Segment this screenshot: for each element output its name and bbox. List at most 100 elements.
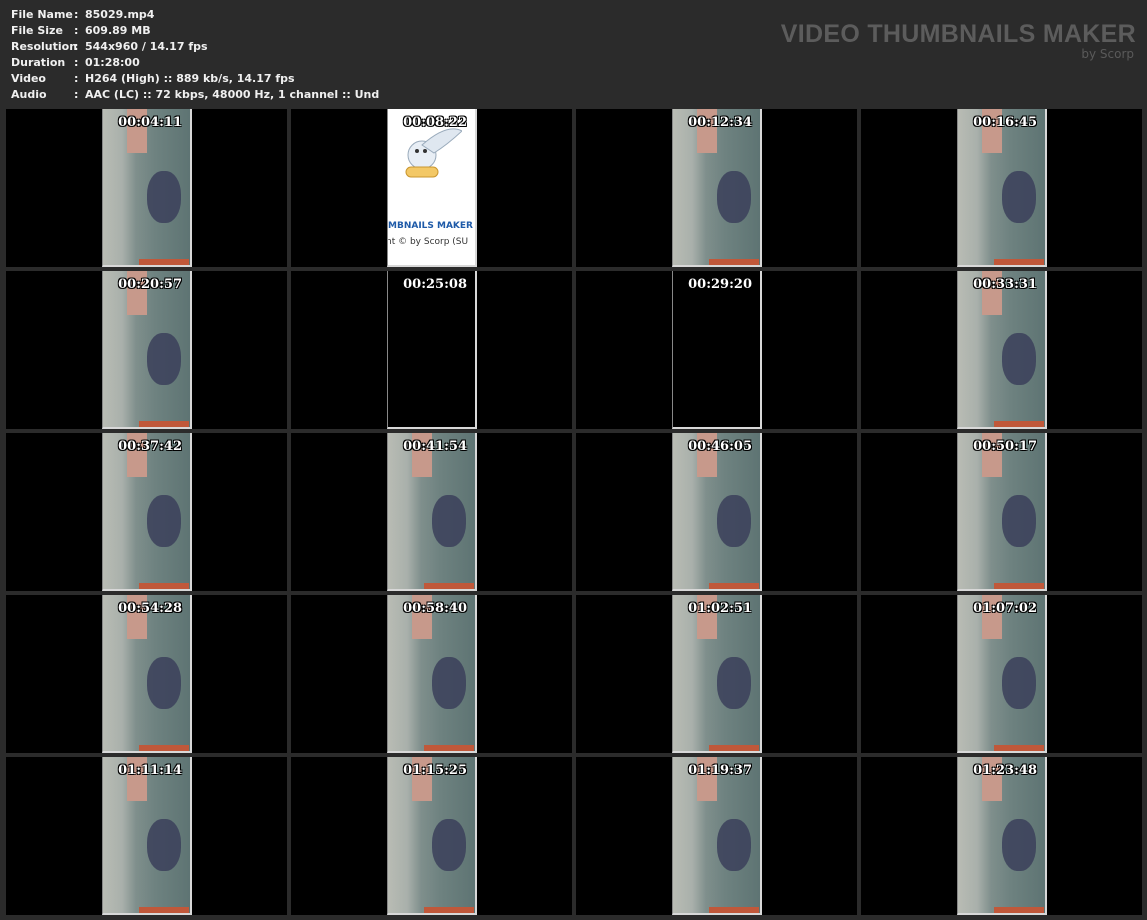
video-frame[interactable]: 00:29:20	[672, 271, 762, 429]
video-frame[interactable]: 00:20:57	[102, 271, 192, 429]
info-row: File Name:85029.mp4	[11, 7, 379, 23]
timestamp: 00:50:17	[973, 439, 1037, 454]
video-frame[interactable]: 00:54:28	[102, 595, 192, 753]
info-value: 85029.mp4	[85, 8, 155, 21]
timestamp: 01:11:14	[118, 763, 182, 778]
thumbnail-cell: 00:16:45	[861, 109, 1142, 267]
info-value: 609.89 MB	[85, 24, 151, 37]
thumbnail-cell: 00:46:05	[576, 433, 857, 591]
thumbnail-cell: 01:15:25	[291, 757, 572, 915]
video-frame[interactable]: MBNAILS MAKER 8 nt © by Scorp (SU 00:08:…	[387, 109, 477, 267]
video-frame[interactable]: 01:23:48	[957, 757, 1047, 915]
info-separator: :	[74, 88, 79, 101]
video-frame[interactable]: 01:02:51	[672, 595, 762, 753]
video-frame[interactable]: 00:04:11	[102, 109, 192, 267]
file-info-panel: File Name:85029.mp4 File Size:609.89 MB Re…	[11, 7, 379, 103]
video-frame[interactable]: 00:33:31	[957, 271, 1047, 429]
info-separator: :	[74, 56, 79, 69]
timestamp: 00:29:20	[688, 277, 752, 292]
video-frame[interactable]: 00:50:17	[957, 433, 1047, 591]
info-value: 544x960 / 14.17 fps	[85, 40, 208, 53]
timestamp: 00:20:57	[118, 277, 182, 292]
frame-region	[709, 583, 759, 589]
frame-region	[717, 657, 751, 709]
thumbnail-cell: 00:41:54	[291, 433, 572, 591]
timestamp: 00:58:40	[403, 601, 467, 616]
video-frame[interactable]: 00:37:42	[102, 433, 192, 591]
info-row: Duration:01:28:00	[11, 55, 379, 71]
timestamp: 00:46:05	[688, 439, 752, 454]
info-label: Audio	[11, 88, 47, 101]
video-frame[interactable]: 01:15:25	[387, 757, 477, 915]
info-separator: :	[74, 40, 79, 53]
thumbnail-cell: 00:04:11	[6, 109, 287, 267]
timestamp: 00:12:34	[688, 115, 752, 130]
video-frame[interactable]: 00:46:05	[672, 433, 762, 591]
thumbnail-cell: 00:29:20	[576, 271, 857, 429]
info-value: H264 (High) :: 889 kb/s, 14.17 fps	[85, 72, 295, 85]
frame-region	[139, 259, 189, 265]
video-frame[interactable]: 00:41:54	[387, 433, 477, 591]
info-row: Audio: AAC (LC) :: 72 kbps, 48000 Hz, 1 c…	[11, 87, 379, 103]
info-label: Duration	[11, 56, 66, 69]
thumbnail-cell: 00:58:40	[291, 595, 572, 753]
timestamp: 00:04:11	[118, 115, 182, 130]
brand-watermark: VIDEO THUMBNAILS MAKER by Scorp	[781, 20, 1136, 60]
frame-region	[424, 745, 474, 751]
frame-region	[432, 495, 466, 547]
info-value: AAC (LC) :: 72 kbps, 48000 Hz, 1 channel…	[85, 88, 380, 101]
brand-subtitle: by Scorp	[1081, 47, 1134, 61]
frame-region	[1002, 333, 1036, 385]
frame-region	[709, 745, 759, 751]
frame-region	[139, 745, 189, 751]
thumbnail-cell: 00:54:28	[6, 595, 287, 753]
video-frame[interactable]: 00:25:08	[387, 271, 477, 429]
timestamp: 00:33:31	[973, 277, 1037, 292]
thumbnail-grid: 00:04:11 MBNAILS MAKER 8 nt © by Scorp (…	[6, 109, 1142, 915]
frame-region	[994, 745, 1044, 751]
video-frame[interactable]: 00:58:40	[387, 595, 477, 753]
video-frame[interactable]: 01:19:37	[672, 757, 762, 915]
frame-region	[717, 171, 751, 223]
timestamp: 00:41:54	[403, 439, 467, 454]
frame-region	[139, 907, 189, 913]
thumbnail-cell: 00:25:08	[291, 271, 572, 429]
frame-region	[147, 819, 181, 871]
thumbnail-cell: 01:02:51	[576, 595, 857, 753]
thumbnail-cell: 00:20:57	[6, 271, 287, 429]
info-label: File Name	[11, 8, 73, 21]
thumbnail-cell: 01:11:14	[6, 757, 287, 915]
frame-region	[1002, 819, 1036, 871]
timestamp: 00:37:42	[118, 439, 182, 454]
timestamp: 01:02:51	[688, 601, 752, 616]
video-frame[interactable]: 00:12:34	[672, 109, 762, 267]
thumbnail-cell: 00:50:17	[861, 433, 1142, 591]
info-separator: :	[74, 8, 79, 21]
timestamp: 01:19:37	[688, 763, 752, 778]
frame-region	[424, 907, 474, 913]
frame-region	[994, 421, 1044, 427]
thumbnail-cell: MBNAILS MAKER 8 nt © by Scorp (SU 00:08:…	[291, 109, 572, 267]
video-frame[interactable]: 00:16:45	[957, 109, 1047, 267]
info-label: Video	[11, 72, 46, 85]
owl-logo-icon	[405, 128, 462, 178]
video-frame[interactable]: 01:07:02	[957, 595, 1047, 753]
frame-region	[424, 583, 474, 589]
timestamp: 01:07:02	[973, 601, 1037, 616]
frame-region	[139, 583, 189, 589]
video-frame[interactable]: 01:11:14	[102, 757, 192, 915]
info-row: Resolution:544x960 / 14.17 fps	[11, 39, 379, 55]
frame-region	[147, 495, 181, 547]
frame-region	[1002, 171, 1036, 223]
thumbnail-cell: 00:33:31	[861, 271, 1142, 429]
thumbnail-cell: 01:23:48	[861, 757, 1142, 915]
info-label: File Size	[11, 24, 63, 37]
timestamp: 00:08:22	[403, 115, 467, 130]
timestamp: 00:25:08	[403, 277, 467, 292]
timestamp: 00:16:45	[973, 115, 1037, 130]
timestamp: 01:23:48	[973, 763, 1037, 778]
timestamp: 01:15:25	[403, 763, 467, 778]
timestamp: 00:54:28	[118, 601, 182, 616]
logo-copyright: nt © by Scorp (SU	[387, 237, 469, 247]
info-value: 01:28:00	[85, 56, 140, 69]
